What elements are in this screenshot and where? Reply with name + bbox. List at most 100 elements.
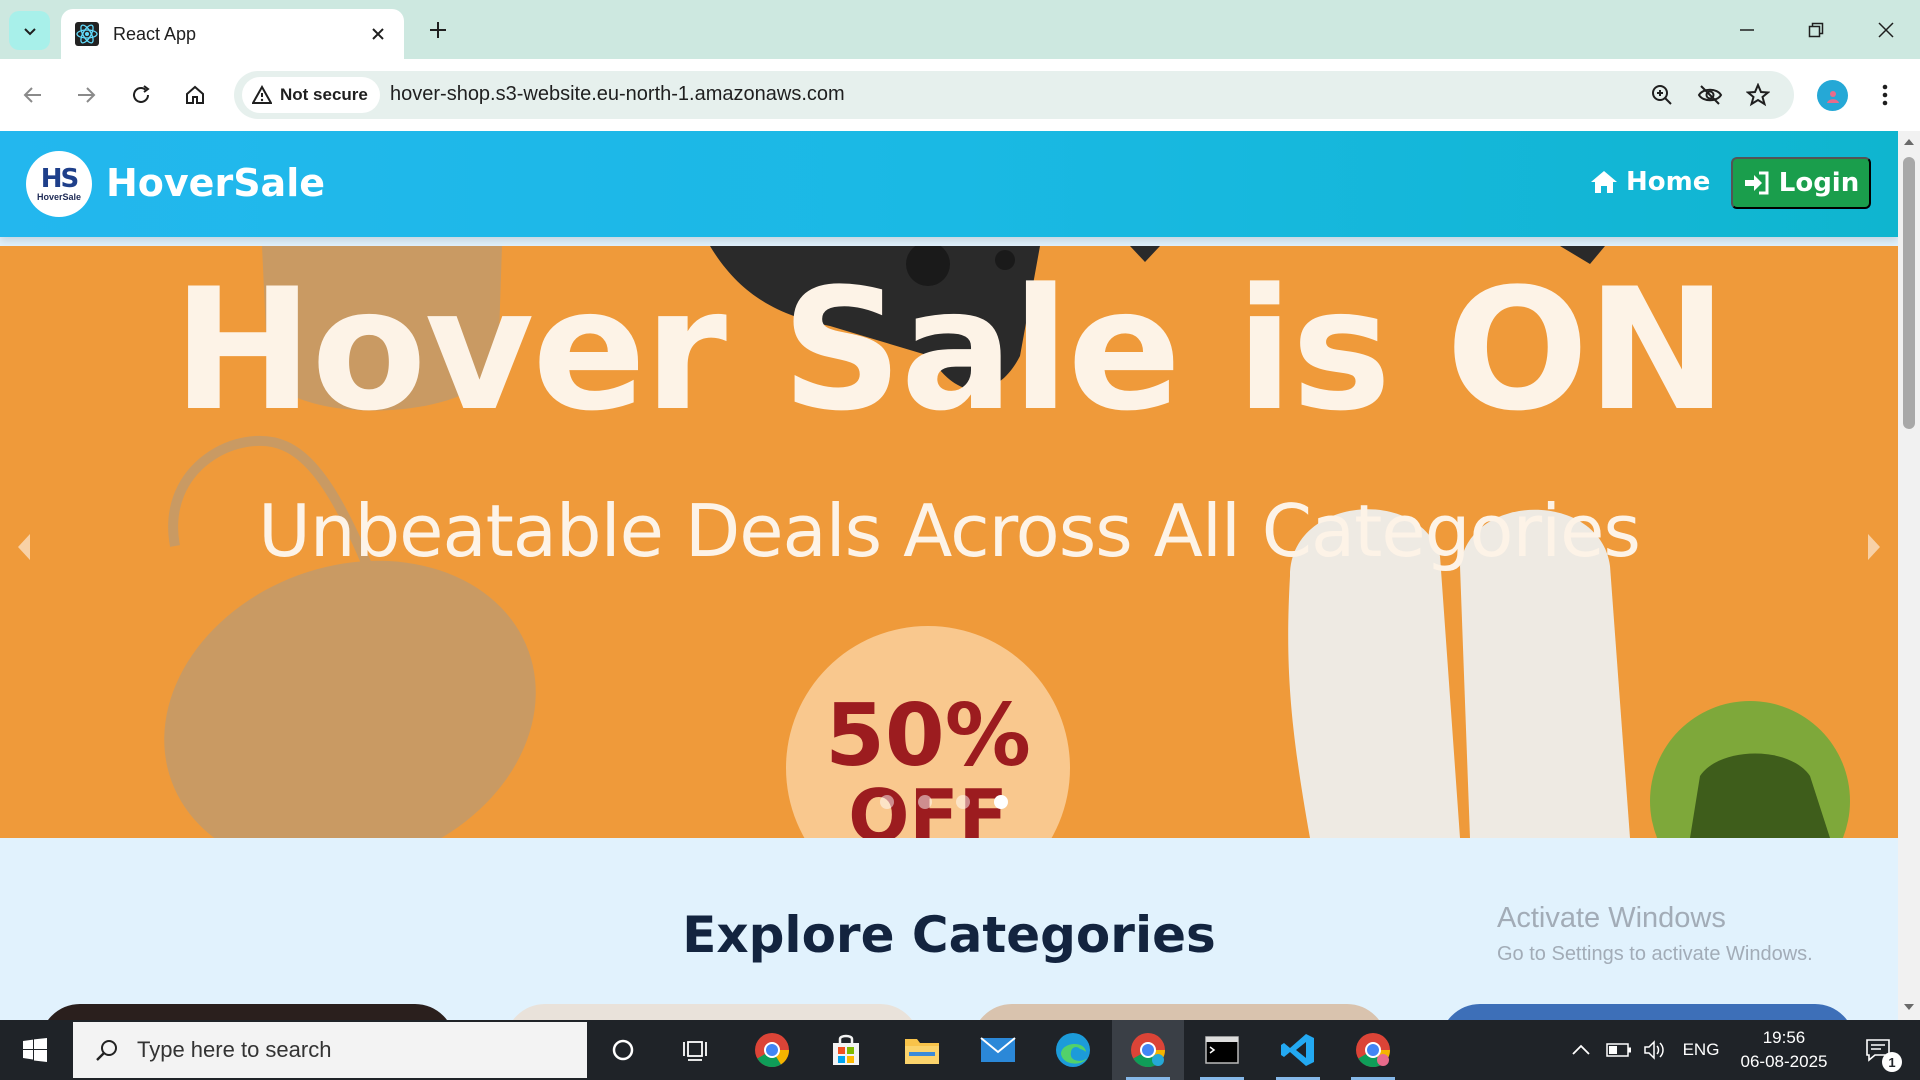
browser-menu-button[interactable] xyxy=(1870,77,1900,113)
hero-carousel: Hover Sale is ON Unbeatable Deals Across… xyxy=(0,246,1898,838)
browser-tab-strip: React App xyxy=(0,0,1920,59)
clock-date: 06-08-2025 xyxy=(1740,1052,1828,1071)
carousel-prev-button[interactable] xyxy=(12,529,36,565)
caret-up-icon xyxy=(1904,139,1914,145)
home-icon xyxy=(186,85,204,104)
close-window-button[interactable] xyxy=(1852,0,1920,59)
taskbar-chrome-profile[interactable] xyxy=(1112,1020,1184,1080)
carousel-dot-4[interactable] xyxy=(994,795,1008,809)
star-icon xyxy=(1746,83,1770,107)
chrome-icon xyxy=(1131,1033,1166,1068)
scroll-up-button[interactable] xyxy=(1902,135,1916,149)
react-logo-icon xyxy=(75,22,99,46)
carousel-dot-2[interactable] xyxy=(918,795,932,809)
task-view-button[interactable] xyxy=(660,1020,732,1080)
brand-logo[interactable]: HS HoverSale xyxy=(26,151,92,217)
tray-overflow-button[interactable] xyxy=(1568,1020,1594,1080)
taskbar-clock[interactable]: 19:56 06-08-2025 xyxy=(1734,1026,1834,1074)
taskbar-mail[interactable] xyxy=(962,1020,1034,1080)
arrow-left-icon xyxy=(23,87,41,103)
carousel-next-button[interactable] xyxy=(1862,529,1886,565)
nav-home-link[interactable]: Home xyxy=(1590,167,1710,197)
windows-logo-icon xyxy=(23,1038,47,1062)
carousel-indicators xyxy=(880,795,1008,809)
site-info-button[interactable]: Not secure xyxy=(242,77,380,113)
back-button[interactable] xyxy=(13,75,53,115)
reload-icon xyxy=(133,85,150,103)
forward-button[interactable] xyxy=(66,75,106,115)
address-bar[interactable]: Not secure hover-shop.s3-website.eu-nort… xyxy=(234,71,1794,119)
profile-avatar[interactable] xyxy=(1817,80,1848,111)
cortana-circle-icon xyxy=(612,1039,634,1061)
tab-title: React App xyxy=(113,23,197,44)
taskbar-terminal[interactable] xyxy=(1186,1020,1258,1080)
taskbar-edge[interactable] xyxy=(1037,1020,1109,1080)
activate-windows-title: Activate Windows xyxy=(1497,902,1726,934)
category-card[interactable] xyxy=(40,1004,455,1020)
login-button-label: Login xyxy=(1778,168,1860,198)
browser-tab-active[interactable]: React App xyxy=(61,9,404,59)
scrollbar-thumb[interactable] xyxy=(1903,157,1915,429)
security-label: Not secure xyxy=(280,85,368,104)
chevron-up-icon xyxy=(1572,1044,1590,1055)
restore-icon xyxy=(1808,22,1824,37)
tab-close-button[interactable] xyxy=(366,22,390,46)
chevron-down-icon xyxy=(23,27,36,35)
caret-right-icon xyxy=(1868,534,1880,560)
minimize-icon xyxy=(1740,28,1754,31)
notification-center-button[interactable]: 1 xyxy=(1854,1020,1904,1080)
scroll-down-button[interactable] xyxy=(1902,1000,1916,1014)
vscode-icon xyxy=(1281,1034,1314,1066)
taskbar-chrome[interactable] xyxy=(736,1020,808,1080)
carousel-dot-3[interactable] xyxy=(956,795,970,809)
eye-off-icon xyxy=(1697,85,1723,105)
new-tab-button[interactable] xyxy=(422,14,454,46)
folder-icon xyxy=(905,1039,939,1064)
minimize-button[interactable] xyxy=(1713,0,1781,59)
page-scrollbar[interactable] xyxy=(1898,131,1920,1020)
activate-windows-watermark: Activate Windows Go to Settings to activ… xyxy=(1497,902,1813,966)
clock-time: 19:56 xyxy=(1762,1028,1806,1047)
bookmark-button[interactable] xyxy=(1744,81,1772,109)
close-icon xyxy=(372,28,384,40)
tracking-protection-button[interactable] xyxy=(1696,81,1724,109)
taskbar-file-explorer[interactable] xyxy=(886,1020,958,1080)
notification-count: 1 xyxy=(1882,1052,1902,1072)
cortana-button[interactable] xyxy=(587,1020,659,1080)
chrome-icon xyxy=(755,1033,790,1068)
carousel-dot-1[interactable] xyxy=(880,795,894,809)
sign-in-icon xyxy=(1744,171,1769,195)
browser-toolbar: Not secure hover-shop.s3-website.eu-nort… xyxy=(0,59,1920,131)
taskbar-vscode[interactable] xyxy=(1262,1020,1334,1080)
search-icon xyxy=(96,1040,117,1061)
url-text[interactable]: hover-shop.s3-website.eu-north-1.amazona… xyxy=(390,83,845,106)
category-card[interactable] xyxy=(505,1004,920,1020)
terminal-icon xyxy=(1205,1036,1239,1064)
reload-button[interactable] xyxy=(121,75,161,115)
taskbar-search-box[interactable]: Type here to search xyxy=(73,1022,587,1078)
more-vertical-icon xyxy=(1882,84,1888,106)
hero-title: Hover Sale is ON xyxy=(172,252,1728,448)
activate-windows-hint: Go to Settings to activate Windows. xyxy=(1497,943,1813,965)
battery-status[interactable] xyxy=(1604,1020,1634,1080)
taskbar-store[interactable] xyxy=(810,1020,882,1080)
input-language[interactable]: ENG xyxy=(1680,1020,1722,1080)
category-card[interactable] xyxy=(1440,1004,1855,1020)
speaker-icon xyxy=(1644,1040,1664,1060)
volume-control[interactable] xyxy=(1640,1020,1670,1080)
start-button[interactable] xyxy=(0,1020,70,1080)
brand-name[interactable]: HoverSale xyxy=(106,161,325,205)
tab-search-button[interactable] xyxy=(9,11,50,50)
category-card[interactable] xyxy=(972,1004,1387,1020)
close-icon xyxy=(1878,21,1894,38)
site-header: HS HoverSale HoverSale Home Login xyxy=(0,131,1898,237)
restore-button[interactable] xyxy=(1782,0,1850,59)
mail-icon xyxy=(980,1037,1016,1062)
page-viewport: HS HoverSale HoverSale Home Login Hover … xyxy=(0,131,1898,1020)
zoom-button[interactable] xyxy=(1648,81,1676,109)
login-button[interactable]: Login xyxy=(1731,157,1871,209)
taskbar-chrome-second[interactable] xyxy=(1337,1020,1409,1080)
nav-home-label: Home xyxy=(1626,167,1711,197)
home-icon xyxy=(1591,171,1617,193)
home-button[interactable] xyxy=(175,75,215,115)
